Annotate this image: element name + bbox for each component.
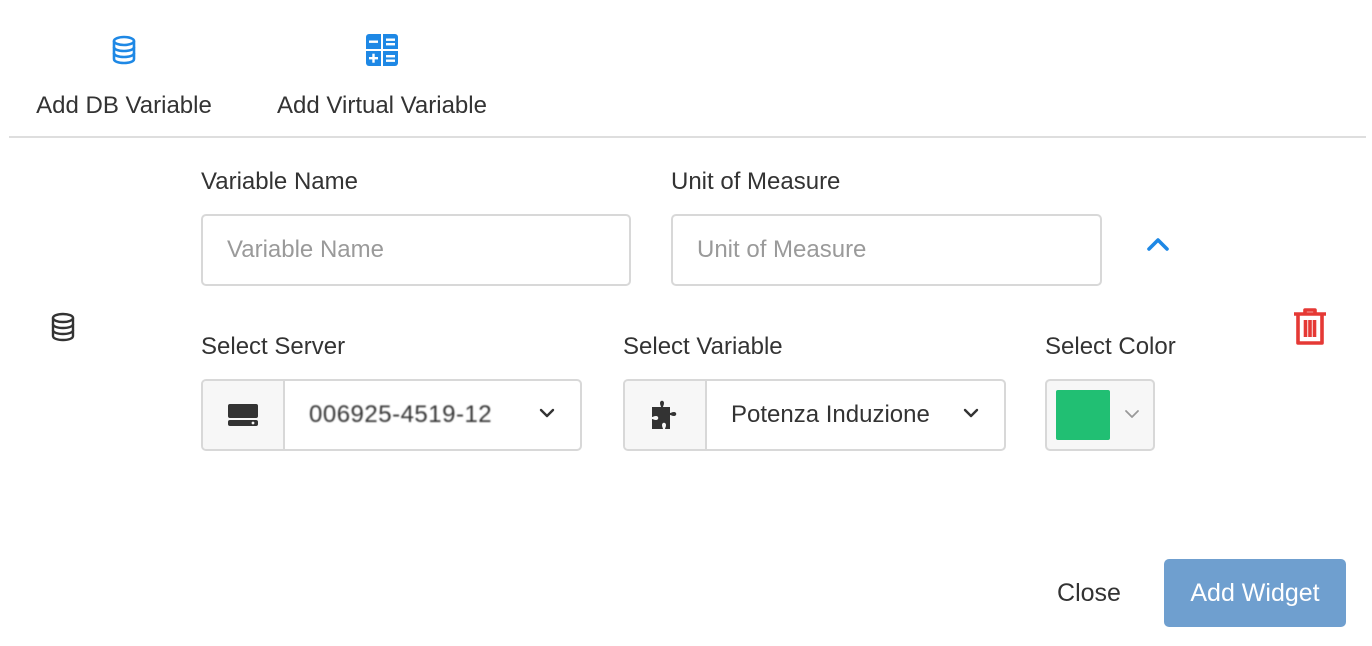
variable-name-input[interactable]	[201, 214, 631, 286]
select-color-label: Select Color	[1045, 333, 1176, 360]
select-server-label: Select Server	[201, 333, 346, 360]
database-icon	[50, 312, 76, 347]
chevron-down-icon	[1124, 406, 1140, 424]
chevron-up-icon[interactable]	[1144, 230, 1172, 258]
select-variable-value-area[interactable]: Potenza Induzione	[707, 381, 1004, 449]
variable-name-label: Variable Name	[201, 168, 358, 195]
select-color-dropdown[interactable]	[1045, 379, 1155, 451]
select-server-dropdown[interactable]: 006925-4519-12	[201, 379, 582, 451]
unit-of-measure-label: Unit of Measure	[671, 168, 841, 195]
select-variable-dropdown[interactable]: Potenza Induzione	[623, 379, 1006, 451]
calculator-icon	[366, 30, 398, 70]
select-variable-label: Select Variable	[623, 333, 783, 360]
add-db-variable-label: Add DB Variable	[36, 92, 212, 119]
add-virtual-variable-button[interactable]: Add Virtual Variable	[266, 30, 498, 120]
select-server-value: 006925-4519-12	[309, 401, 493, 428]
database-icon	[111, 30, 137, 70]
server-icon	[203, 381, 285, 449]
puzzle-icon	[625, 381, 707, 449]
close-button[interactable]: Close	[1040, 570, 1138, 616]
select-variable-value: Potenza Induzione	[731, 401, 930, 428]
trash-icon[interactable]	[1292, 308, 1328, 351]
add-db-variable-button[interactable]: Add DB Variable	[30, 30, 218, 120]
chevron-down-icon	[538, 406, 556, 424]
divider	[9, 136, 1366, 138]
select-server-value-area[interactable]: 006925-4519-12	[285, 381, 580, 449]
color-swatch	[1056, 390, 1110, 440]
add-widget-button[interactable]: Add Widget	[1164, 559, 1346, 627]
add-virtual-variable-label: Add Virtual Variable	[277, 92, 487, 119]
unit-of-measure-input[interactable]	[671, 214, 1102, 286]
chevron-down-icon	[962, 406, 980, 424]
